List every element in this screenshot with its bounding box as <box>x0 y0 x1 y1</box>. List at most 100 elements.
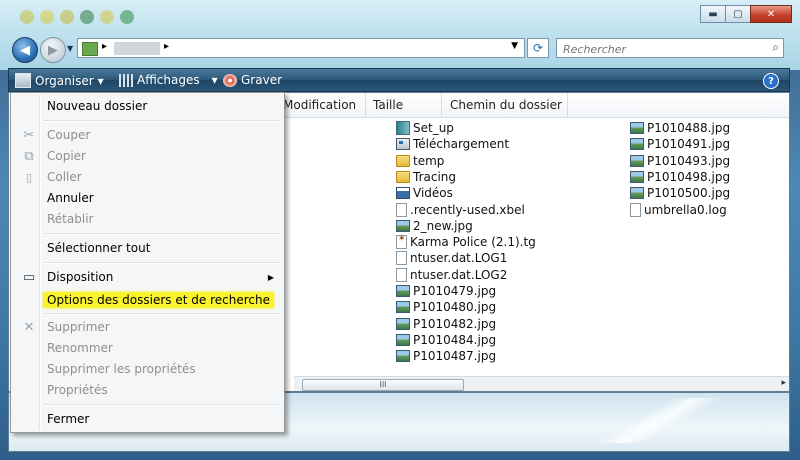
menu-item-label: Sélectionner tout <box>47 241 151 255</box>
file-item[interactable]: Karma Police (2.1).tg <box>396 234 536 250</box>
column-divider[interactable] <box>441 93 442 117</box>
organise-label: Organiser <box>35 73 94 88</box>
image-file-icon <box>630 154 644 167</box>
file-item[interactable]: Téléchargement <box>396 136 509 152</box>
column-modified[interactable]: Modification <box>283 98 356 112</box>
window-controls: ▬ ▢ ✕ <box>700 5 792 23</box>
menu-item-remove-properties[interactable]: Supprimer les propriétés <box>13 359 282 379</box>
menu-item-properties[interactable]: Propriétés <box>13 380 282 400</box>
file-name: Tracing <box>413 169 457 184</box>
address-bar[interactable]: ▸ ▸ ▼ <box>77 38 525 58</box>
help-button[interactable]: ? <box>763 73 779 89</box>
delete-icon: ✕ <box>23 319 35 335</box>
file-item[interactable]: P1010480.jpg <box>396 299 496 315</box>
scrollbar-thumb[interactable]: III <box>302 379 464 391</box>
file-icon <box>396 267 407 282</box>
menu-item-label: Renommer <box>47 341 113 355</box>
file-item[interactable]: 2_new.jpg <box>396 218 473 234</box>
search-icon[interactable]: ⌕ <box>772 40 779 55</box>
menu-item-layout[interactable]: ▭ Disposition ▶ <box>13 267 282 287</box>
file-item[interactable]: P1010500.jpg <box>630 185 730 201</box>
clipboard-icon: ▯ <box>25 170 33 184</box>
burn-button[interactable]: Graver <box>223 73 282 87</box>
menu-separator <box>44 262 280 264</box>
file-icon <box>630 202 641 217</box>
search-input[interactable] <box>561 40 755 58</box>
file-name: P1010491.jpg <box>647 137 731 152</box>
folder-icon <box>82 42 98 56</box>
file-item[interactable]: ntuser.dat.LOG1 <box>396 250 507 266</box>
menu-item-redo[interactable]: Rétablir <box>13 209 282 229</box>
file-item[interactable]: temp <box>396 153 444 169</box>
scroll-right-arrow-icon[interactable]: ▸ <box>781 378 786 388</box>
breadcrumb-arrow-icon[interactable]: ▸ <box>102 41 107 52</box>
file-item[interactable]: P1010487.jpg <box>396 348 496 364</box>
forward-button[interactable]: ▶ <box>40 37 66 63</box>
organise-button[interactable]: Organiser ▾ <box>15 73 104 88</box>
column-divider[interactable] <box>567 93 568 117</box>
file-icon <box>396 121 410 135</box>
file-name: umbrella0.log <box>644 202 727 217</box>
recent-pages-dropdown-icon[interactable]: ▼ <box>67 44 73 53</box>
window-title-glass: ▬ ▢ ✕ <box>0 0 800 70</box>
menu-item-copy[interactable]: ⧉ Copier <box>13 146 282 166</box>
breadcrumb-arrow-icon[interactable]: ▸ <box>164 41 169 52</box>
menu-item-close[interactable]: Fermer <box>13 409 282 429</box>
file-name: Vidéos <box>413 186 453 201</box>
scissors-icon: ✂ <box>23 127 35 143</box>
search-box[interactable]: ⌕ <box>556 38 784 58</box>
image-file-icon <box>396 317 410 330</box>
file-name: P1010493.jpg <box>647 153 731 168</box>
file-item[interactable]: .recently-used.xbel <box>396 202 525 218</box>
minimize-button[interactable]: ▬ <box>700 5 726 23</box>
image-file-icon <box>396 219 410 232</box>
file-name: P1010480.jpg <box>413 300 497 315</box>
menu-item-folder-options[interactable]: Options des dossiers et de recherche <box>13 290 282 310</box>
column-size[interactable]: Taille <box>373 98 403 112</box>
views-icon <box>119 73 133 87</box>
menu-item-rename[interactable]: Renommer <box>13 338 282 358</box>
file-item[interactable]: Set_up <box>396 120 454 136</box>
file-icon <box>396 234 407 250</box>
horizontal-scrollbar[interactable]: III ▸ <box>294 376 789 391</box>
menu-item-delete[interactable]: ✕ Supprimer <box>13 317 282 337</box>
menu-separator <box>44 313 280 315</box>
chevron-down-icon: ▾ <box>97 73 104 88</box>
file-name: Set_up <box>413 121 454 135</box>
file-item[interactable]: P1010493.jpg <box>630 153 730 169</box>
address-dropdown-icon[interactable]: ▼ <box>511 41 518 51</box>
breadcrumb-redacted[interactable] <box>114 42 160 55</box>
file-item[interactable]: P1010491.jpg <box>630 136 730 152</box>
file-item[interactable]: ntuser.dat.LOG2 <box>396 267 507 283</box>
file-name: P1010484.jpg <box>413 332 497 347</box>
file-item[interactable]: Tracing <box>396 169 456 185</box>
menu-item-label: Copier <box>47 149 86 163</box>
folder-icon <box>396 154 410 167</box>
close-button[interactable]: ✕ <box>750 5 792 23</box>
file-item[interactable]: Vidéos <box>396 185 453 201</box>
menu-item-undo[interactable]: Annuler <box>13 188 282 208</box>
back-button[interactable]: ◀ <box>12 37 38 63</box>
file-item[interactable]: P1010484.jpg <box>396 332 496 348</box>
column-divider[interactable] <box>365 93 366 117</box>
menu-item-paste[interactable]: ▯ Coller <box>13 167 282 187</box>
maximize-button[interactable]: ▢ <box>725 5 751 23</box>
file-name: temp <box>413 153 445 168</box>
refresh-button[interactable]: ⟳ <box>527 38 549 58</box>
submenu-arrow-icon: ▶ <box>267 272 274 282</box>
file-item[interactable]: P1010488.jpg <box>630 120 730 136</box>
file-name: ntuser.dat.LOG2 <box>410 267 508 282</box>
file-item[interactable]: P1010482.jpg <box>396 316 496 332</box>
menu-item-new-folder[interactable]: Nouveau dossier <box>13 96 282 116</box>
menu-item-cut[interactable]: ✂ Couper <box>13 125 282 145</box>
menu-item-select-all[interactable]: Sélectionner tout <box>13 238 282 258</box>
file-icon <box>396 138 410 151</box>
menu-item-label: Fermer <box>47 412 90 426</box>
file-item[interactable]: P1010498.jpg <box>630 169 730 185</box>
file-item[interactable]: P1010479.jpg <box>396 283 496 299</box>
file-item[interactable]: umbrella0.log <box>630 202 727 218</box>
menu-item-label: Supprimer les propriétés <box>47 362 196 376</box>
views-button[interactable]: Affichages ▾ <box>119 73 218 87</box>
column-folder-path[interactable]: Chemin du dossier <box>450 98 562 112</box>
layout-icon: ▭ <box>22 269 36 285</box>
